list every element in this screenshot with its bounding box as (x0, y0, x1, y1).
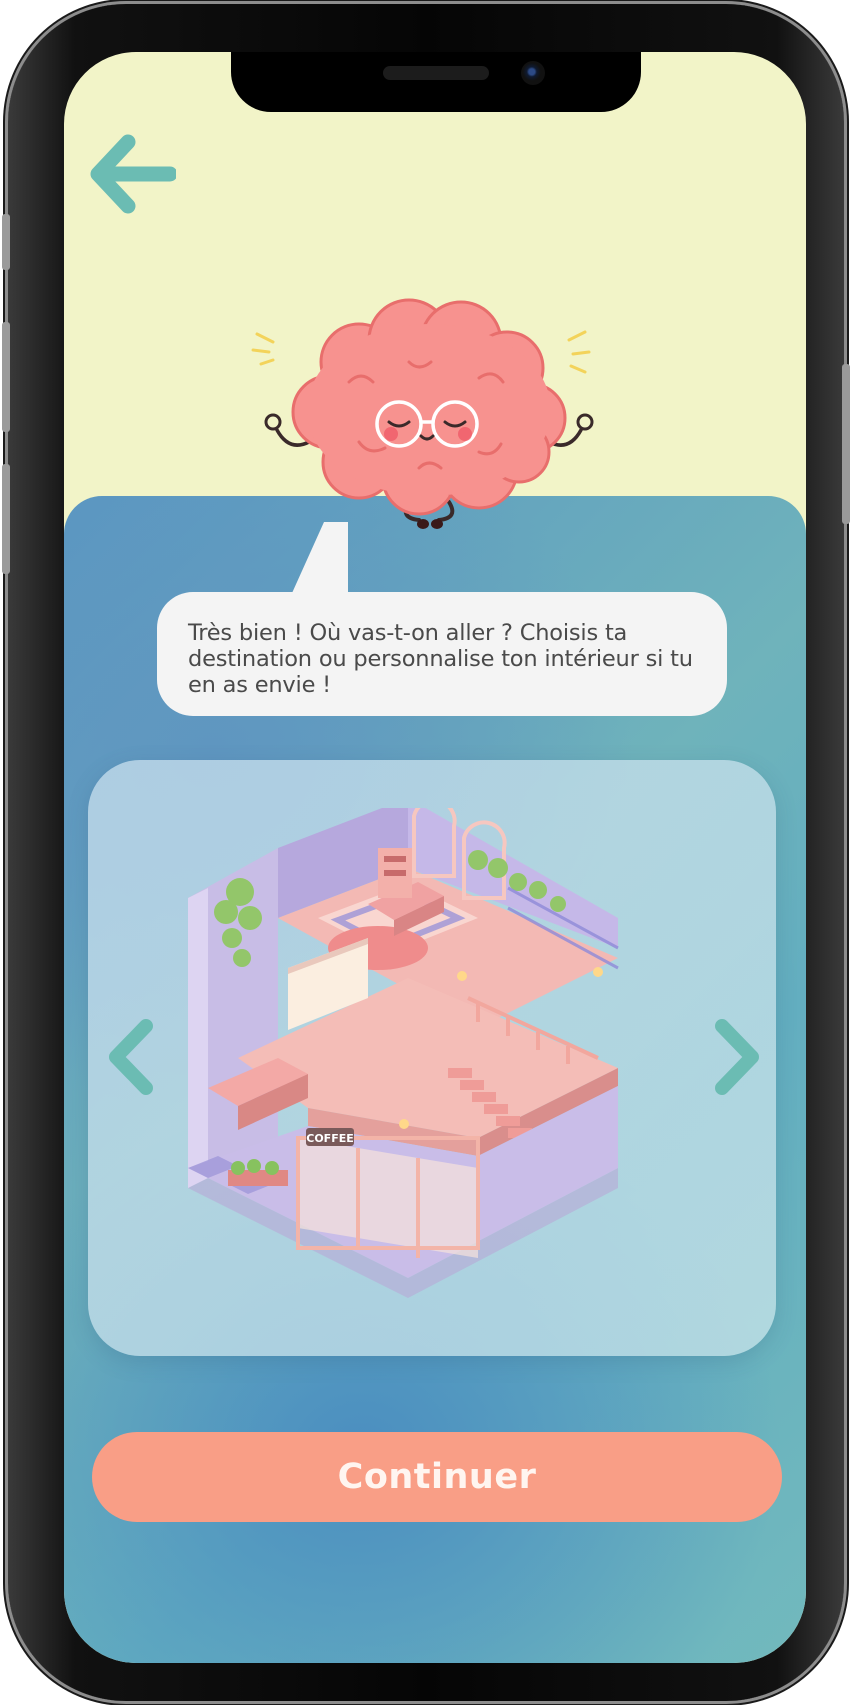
phone-frame: Très bien ! Où vas-t-on aller ? Choisis … (2, 4, 850, 1701)
speaker-grille (383, 66, 489, 80)
app-screen: Très bien ! Où vas-t-on aller ? Choisis … (64, 52, 806, 1663)
arrow-left-icon (90, 134, 178, 214)
mute-switch (2, 214, 10, 270)
speech-bubble: Très bien ! Où vas-t-on aller ? Choisis … (157, 592, 727, 716)
power-button (842, 364, 850, 524)
brain-mascot-icon (251, 298, 594, 529)
isometric-house-image[interactable]: COFFEE (178, 808, 638, 1298)
volume-down-button (2, 464, 10, 574)
chevron-right-icon (715, 1019, 759, 1095)
volume-up-button (2, 322, 10, 432)
coffee-sign-text: COFFEE (306, 1132, 353, 1145)
carousel-next-button[interactable] (706, 1012, 766, 1102)
phone-notch (231, 52, 641, 112)
back-button[interactable] (86, 134, 178, 214)
continue-button[interactable]: Continuer (92, 1432, 782, 1522)
speech-bubble-text: Très bien ! Où vas-t-on aller ? Choisis … (188, 620, 693, 698)
front-camera (521, 61, 545, 85)
carousel-prev-button[interactable] (102, 1012, 162, 1102)
chevron-left-icon (109, 1019, 153, 1095)
